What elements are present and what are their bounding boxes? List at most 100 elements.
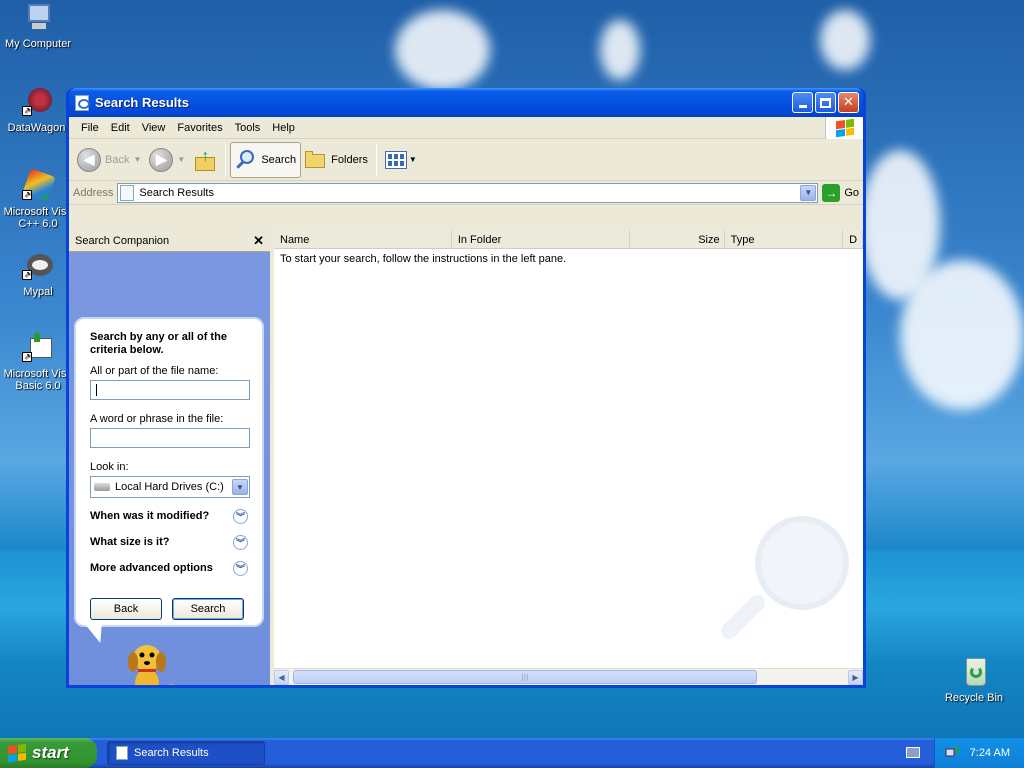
minimize-button[interactable]: [792, 92, 813, 113]
search-button[interactable]: Search: [230, 141, 302, 178]
up-folder-button[interactable]: ↑: [189, 142, 221, 178]
close-icon[interactable]: ✕: [253, 233, 264, 249]
expander-modified[interactable]: When was it modified? ︾: [90, 508, 248, 524]
go-button[interactable]: → Go: [822, 183, 859, 202]
go-arrow-icon: →: [822, 183, 841, 202]
column-name[interactable]: Name: [274, 230, 452, 249]
start-label: start: [32, 743, 69, 762]
recycle-bin-icon: [958, 656, 990, 688]
search-button-row: Back Search: [90, 598, 244, 620]
desktop-icon-visual-basic[interactable]: ↗ Microsoft Visu Basic 6.0: [0, 332, 76, 392]
visual-cpp-icon: ↗: [22, 168, 56, 202]
window-title-bar[interactable]: Search Results ✕: [69, 88, 863, 117]
forward-button[interactable]: ▶ ▼: [145, 142, 189, 178]
search-icon: [235, 149, 257, 171]
maximize-button[interactable]: [815, 92, 836, 113]
expander-size[interactable]: What size is it? ︾: [90, 534, 248, 550]
look-in-select[interactable]: Local Hard Drives (C:) ▼: [90, 476, 250, 498]
taskbar-item-search-results[interactable]: Search Results: [107, 741, 265, 765]
search-criteria-heading: Search by any or all of the criteria bel…: [90, 331, 227, 356]
back-button[interactable]: ◀ Back ▼: [73, 142, 145, 178]
file-name-label: All or part of the file name:: [90, 365, 219, 377]
search-results-window: Search Results ✕ File Edit View Favorite…: [66, 88, 866, 688]
search-companion-header: Search Companion ✕: [69, 230, 270, 252]
address-value: Search Results: [139, 186, 214, 199]
desktop-icon-label: Mypal: [23, 286, 53, 298]
toolbar: ◀ Back ▼ ▶ ▼ ↑ Search Folders ▼: [69, 139, 863, 181]
column-date[interactable]: D: [843, 230, 863, 249]
windows-flag-icon: [835, 118, 854, 138]
scroll-left-icon[interactable]: ◀: [274, 669, 289, 685]
windows-flag-icon: [8, 743, 26, 763]
back-arrow-icon: ◀: [77, 147, 101, 172]
address-dropdown-icon[interactable]: ▼: [800, 184, 817, 201]
expander-advanced[interactable]: More advanced options ︾: [90, 560, 248, 576]
clock[interactable]: 7:24 AM: [970, 747, 1010, 759]
go-label: Go: [844, 186, 859, 199]
look-in-dropdown-icon[interactable]: ▼: [232, 479, 248, 495]
desktop-icon-label: Recycle Bin: [944, 692, 1004, 704]
desktop-icon-label: Microsoft Visu C++ 6.0: [3, 206, 73, 230]
results-instructions: To start your search, follow the instruc…: [280, 253, 567, 265]
column-type[interactable]: Type: [725, 230, 844, 249]
column-size[interactable]: Size: [630, 230, 725, 249]
column-in-folder[interactable]: In Folder: [452, 230, 630, 249]
network-icon[interactable]: [945, 746, 959, 760]
taskbar-item-label: Search Results: [134, 747, 209, 759]
search-companion-title: Search Companion: [75, 234, 170, 247]
menu-help[interactable]: Help: [266, 122, 301, 134]
menu-file[interactable]: File: [75, 122, 105, 134]
desktop-icon-my-computer[interactable]: My Computer: [0, 2, 76, 50]
menu-edit[interactable]: Edit: [105, 122, 136, 134]
start-button[interactable]: start: [0, 738, 97, 768]
mypal-icon: ↗: [22, 250, 54, 282]
computer-icon: [22, 2, 54, 34]
file-name-input[interactable]: [90, 380, 250, 400]
forward-arrow-icon: ▶: [149, 147, 174, 172]
address-input[interactable]: Search Results ▼: [117, 182, 819, 203]
keyboard-icon[interactable]: [906, 747, 920, 758]
search-dog-icon: [128, 645, 174, 685]
desktop-icon-datawagon[interactable]: ↗ DataWagon.: [0, 86, 76, 134]
folder-icon: [305, 150, 327, 169]
desktop-icon-recycle-bin[interactable]: Recycle Bin: [936, 656, 1012, 704]
cloud: [820, 10, 870, 70]
bubble-tail: [85, 625, 109, 643]
chevron-down-icon[interactable]: ︾: [233, 560, 248, 576]
search-label: Search: [261, 153, 297, 166]
scroll-right-icon[interactable]: ▶: [848, 669, 863, 685]
back-label: Back: [105, 153, 130, 166]
cloud: [600, 20, 640, 80]
folders-label: Folders: [331, 153, 368, 166]
phrase-input[interactable]: [90, 428, 250, 448]
folders-button[interactable]: Folders: [301, 142, 372, 178]
cloud: [395, 10, 490, 90]
chevron-down-icon[interactable]: ︾: [233, 534, 248, 550]
look-in-value: Local Hard Drives (C:): [115, 481, 224, 493]
search-criteria-bubble: Search by any or all of the criteria bel…: [74, 317, 264, 627]
desktop-icon-label: Microsoft Visu Basic 6.0: [3, 368, 73, 392]
close-button[interactable]: ✕: [838, 92, 859, 113]
expander-label: What size is it?: [90, 536, 170, 548]
menu-tools[interactable]: Tools: [229, 122, 267, 134]
results-pane: Name In Folder Size Type D To start your…: [274, 230, 863, 685]
magnifier-watermark-icon: [720, 516, 849, 640]
system-tray: 7:24 AM: [934, 738, 1024, 768]
window-title: Search Results: [95, 95, 189, 110]
menu-view[interactable]: View: [136, 122, 172, 134]
companion-back-button[interactable]: Back: [90, 598, 162, 620]
companion-search-button[interactable]: Search: [172, 598, 244, 620]
up-folder-icon: ↑: [193, 148, 217, 171]
chevron-down-icon[interactable]: ︾: [233, 508, 248, 524]
toolbar-separator: [375, 143, 377, 176]
back-dropdown-icon[interactable]: ▼: [133, 155, 141, 164]
horizontal-scrollbar[interactable]: ◀ ||| ▶: [274, 668, 863, 685]
views-button[interactable]: ▼: [381, 142, 421, 178]
forward-dropdown-icon[interactable]: ▼: [177, 155, 185, 164]
scroll-thumb[interactable]: |||: [293, 670, 757, 684]
toolbar-separator: [225, 143, 227, 176]
menu-favorites[interactable]: Favorites: [171, 122, 228, 134]
visual-basic-icon: ↗: [22, 332, 54, 364]
desktop-icon-mypal[interactable]: ↗ Mypal: [0, 250, 76, 298]
desktop-icon-visual-cpp[interactable]: ↗ Microsoft Visu C++ 6.0: [0, 168, 76, 230]
